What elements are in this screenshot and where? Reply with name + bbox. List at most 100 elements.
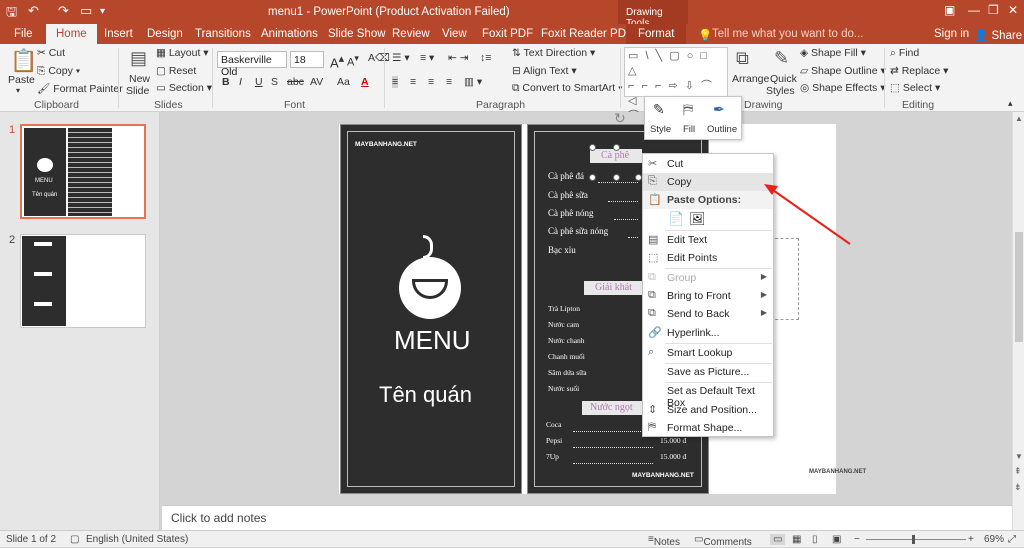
tab-review[interactable]: Review <box>392 28 430 40</box>
font-name-box[interactable]: Baskerville Old <box>217 51 287 78</box>
close-icon[interactable]: ✕ <box>1008 3 1018 17</box>
section-title-coffee[interactable]: Cà phê <box>601 150 629 161</box>
shape-outline-button[interactable]: ▱ Shape Outline ▾ <box>800 65 886 77</box>
align-center-icon[interactable]: ≡ <box>410 76 416 88</box>
clear-format-icon[interactable]: A⌫ <box>368 52 390 64</box>
find-button[interactable]: ⌕ Find <box>890 47 919 60</box>
columns-icon[interactable]: ▥ ▾ <box>464 76 482 88</box>
menu-item-save-picture[interactable]: Save as Picture... <box>643 363 773 381</box>
rotate-handle-icon[interactable]: ↻ <box>614 110 626 127</box>
tab-transitions[interactable]: Transitions <box>195 28 251 40</box>
char-spacing-button[interactable]: AV <box>310 76 323 88</box>
shape-fill-button[interactable]: ◈ Shape Fill ▾ <box>800 47 866 59</box>
comments-button[interactable]: ▭ Comments <box>694 534 752 548</box>
menu-cover-panel[interactable]: MAYBANHANG.NET MENU Tên quán <box>340 124 522 494</box>
tab-view[interactable]: View <box>442 28 467 40</box>
new-slide-icon[interactable]: ▤ <box>130 48 147 69</box>
quick-styles-icon[interactable]: ✎ <box>774 48 789 69</box>
tab-foxit-pdf[interactable]: Foxit PDF <box>482 28 533 40</box>
notes-button[interactable]: ≡ Notes <box>648 534 680 548</box>
align-right-icon[interactable]: ≡ <box>428 76 434 88</box>
shadow-button[interactable]: S <box>271 76 278 88</box>
menu-item-size-position[interactable]: ⇕ Size and Position... <box>643 401 773 419</box>
vertical-scrollbar[interactable]: ▲ ▼ ⇞ ⇟ <box>1012 112 1024 530</box>
justify-icon[interactable]: ≡ <box>446 76 452 88</box>
paste-icon[interactable]: 📋 <box>10 48 37 74</box>
slideshow-icon[interactable]: ▣ <box>832 534 841 545</box>
menu-item-edit-text[interactable]: ▤ Edit Text <box>643 231 773 249</box>
text-direction-button[interactable]: ⇅ Text Direction ▾ <box>512 47 595 59</box>
grow-font-icon[interactable]: A▴ <box>330 52 344 70</box>
language-label[interactable]: English (United States) <box>86 534 188 545</box>
underline-button[interactable]: U <box>255 76 263 88</box>
style-button[interactable]: Style <box>650 124 671 135</box>
new-slide-label-2[interactable]: Slide <box>126 85 149 97</box>
ribbon-options-icon[interactable]: ▣ <box>944 3 955 17</box>
notes-pane[interactable]: Click to add notes <box>162 505 1012 530</box>
tab-slideshow[interactable]: Slide Show <box>328 28 386 40</box>
reading-view-icon[interactable]: ▯ <box>812 534 818 545</box>
align-left-icon[interactable]: ≡ <box>392 76 399 88</box>
scroll-down-icon[interactable]: ▼ <box>1015 452 1023 461</box>
strikethrough-button[interactable]: abc <box>287 76 304 88</box>
resize-handle[interactable] <box>613 144 620 151</box>
next-slide-icon[interactable]: ⇟ <box>1014 482 1022 493</box>
tab-design[interactable]: Design <box>147 28 183 40</box>
resize-handle[interactable] <box>589 144 596 151</box>
shapes-gallery[interactable]: ▭ \ ╲ ▢ ○ □ △⌐ ⌐ ⌐ ⇨ ⇩ ⌒ ◁⌒ { } ☆ ∿ ▽ <box>624 47 728 122</box>
save-icon[interactable]: 🖫 <box>6 3 17 25</box>
minimize-icon[interactable]: — <box>968 3 980 17</box>
line-spacing-icon[interactable]: ↕≡ <box>480 52 491 64</box>
presentation-icon[interactable]: ▭ <box>80 3 92 19</box>
menu-item-cut[interactable]: ✂ Cut <box>643 155 773 173</box>
fit-slide-icon[interactable]: ⤢ <box>1008 534 1016 545</box>
menu-item-smart-lookup[interactable]: ⌕ Smart Lookup <box>643 344 773 362</box>
resize-handle[interactable] <box>589 174 596 181</box>
quick-styles-label-1[interactable]: Quick <box>770 73 797 85</box>
indent-icons[interactable]: ⇤ ⇥ <box>448 52 469 64</box>
resize-handle[interactable] <box>613 174 620 181</box>
zoom-in-icon[interactable]: + <box>968 534 974 545</box>
menu-item-send-back[interactable]: ⧉ Send to Back ▶ <box>643 305 773 323</box>
shape-effects-button[interactable]: ◎ Shape Effects ▾ <box>800 82 885 94</box>
collapse-ribbon-icon[interactable]: ▴ <box>1008 98 1013 109</box>
copy-button[interactable]: ⎘ Copy ▾ <box>37 65 80 78</box>
replace-button[interactable]: ⇄ Replace ▾ <box>890 65 948 77</box>
paste-button[interactable]: Paste <box>8 74 35 86</box>
layout-button[interactable]: ▦ Layout ▾ <box>156 47 209 59</box>
format-painter-button[interactable]: 🖌 Format Painter <box>37 82 123 95</box>
menu-item-bring-front[interactable]: ⧉ Bring to Front ▶ <box>643 287 773 305</box>
fill-icon[interactable]: ⛿ <box>683 101 693 118</box>
cut-button[interactable]: ✂ Cut <box>37 47 65 59</box>
numbering-icon[interactable]: ≡ ▾ <box>420 52 434 64</box>
reset-button[interactable]: ▢ Reset <box>156 65 196 77</box>
select-button[interactable]: ⬚ Select ▾ <box>890 82 940 94</box>
section-button[interactable]: ▭ Section ▾ <box>156 82 212 94</box>
new-slide-label-1[interactable]: New <box>129 73 150 85</box>
bullets-icon[interactable]: ☰ ▾ <box>392 52 410 64</box>
font-size-box[interactable]: 18 <box>290 51 324 68</box>
fill-button[interactable]: Fill <box>683 124 695 135</box>
style-icon[interactable]: ✎ <box>653 101 665 118</box>
font-color-button[interactable]: A <box>361 76 369 88</box>
zoom-level[interactable]: 69% <box>984 534 1004 545</box>
redo-icon[interactable]: ↷ <box>58 3 69 19</box>
outline-button[interactable]: Outline <box>707 124 737 135</box>
resize-handle[interactable] <box>635 174 642 181</box>
scroll-thumb[interactable] <box>1015 232 1023 342</box>
tab-insert[interactable]: Insert <box>104 28 133 40</box>
scroll-up-icon[interactable]: ▲ <box>1015 114 1023 123</box>
tab-animations[interactable]: Animations <box>261 28 318 40</box>
slide-thumbnail-2[interactable] <box>20 234 146 328</box>
zoom-slider-thumb[interactable] <box>912 535 915 544</box>
menu-item-hyperlink[interactable]: 🔗 Hyperlink... <box>643 324 773 342</box>
menu-item-copy[interactable]: ⎘ Copy <box>643 173 773 191</box>
tab-foxit-reader-pdf[interactable]: Foxit Reader PDF <box>541 28 633 40</box>
shrink-font-icon[interactable]: A▾ <box>347 53 359 69</box>
paste-option-keep-icon[interactable]: 📄 <box>668 211 684 227</box>
menu-item-format-shape[interactable]: ⛿ Format Shape... <box>643 419 773 437</box>
menu-item-set-default[interactable]: Set as Default Text Box <box>643 382 773 409</box>
normal-view-icon[interactable]: ▭ <box>770 534 786 545</box>
slide-sorter-icon[interactable]: ▦ <box>792 534 801 545</box>
align-text-button[interactable]: ⊟ Align Text ▾ <box>512 65 577 77</box>
